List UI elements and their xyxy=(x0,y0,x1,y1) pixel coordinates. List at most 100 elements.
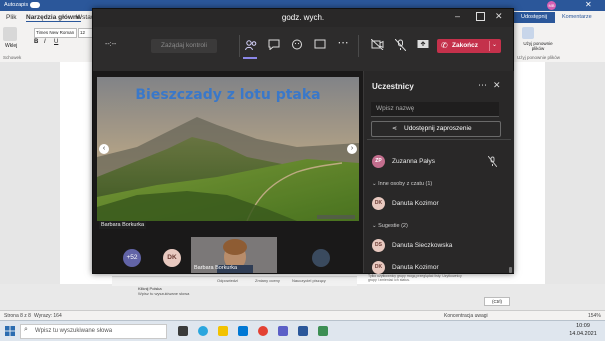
close-window-icon[interactable]: ✕ xyxy=(495,11,503,22)
share-tray-icon[interactable] xyxy=(313,39,327,53)
tab-home[interactable]: Narzędzia główne xyxy=(26,14,81,22)
more-options-icon[interactable]: ⋯ xyxy=(478,80,487,91)
participant-avatar: DS xyxy=(372,239,385,252)
toolbar-divider xyxy=(239,35,240,57)
underline-button[interactable]: U xyxy=(54,39,58,45)
doc-app-strip: Odpowiedzi Zmiany oceny Nauczyciel piszą… xyxy=(112,276,357,286)
word-icon[interactable] xyxy=(298,326,308,336)
autosave-label: Autozapis xyxy=(4,2,29,8)
teams-title-bar: godz. wych. – ✕ xyxy=(93,9,513,27)
focus-mode-button[interactable]: Koncentracja uwagi xyxy=(444,313,488,319)
slide-controls-bar[interactable] xyxy=(317,215,355,219)
app-item[interactable]: Odpowiedzi xyxy=(217,278,238,283)
clock-date[interactable]: 14.04.2021 xyxy=(563,331,603,337)
app-icon[interactable] xyxy=(318,326,328,336)
participant-tile-avatar[interactable]: DK xyxy=(163,249,181,267)
share-icon: ⋖ xyxy=(392,126,398,132)
request-control-button[interactable]: Zażądaj kontroli xyxy=(151,39,217,53)
participant-video-tile[interactable]: Barbara Borkurka xyxy=(191,237,277,273)
page-count[interactable]: Strona 8 z 8 xyxy=(4,313,31,319)
presentation-slide[interactable]: Bieszczady z lotu ptaka ‹ › xyxy=(97,77,359,221)
windows-taskbar: ⌕ Wpisz tu wyszukiwane słowa 10:09 14.04… xyxy=(0,320,605,341)
end-call-button[interactable]: ✆ Zakończ ⌄ xyxy=(437,39,501,53)
slide-title: Bieszczady z lotu ptaka xyxy=(135,87,321,103)
meeting-title: godz. wych. xyxy=(281,13,325,22)
end-call-label: Zakończ xyxy=(452,42,479,49)
doc-links: Kliknij Polska Wpisz tu wyszukiwane słow… xyxy=(112,286,357,296)
teams-meeting-window: godz. wych. – ✕ --:-- Zażądaj kontroli ⋯ xyxy=(92,8,514,274)
paste-icon[interactable] xyxy=(3,27,17,41)
bold-button[interactable]: B xyxy=(34,39,38,45)
participant-avatar-image[interactable] xyxy=(312,249,330,267)
participant-avatar: ZP xyxy=(372,155,385,168)
app-item[interactable]: Zmiany oceny xyxy=(255,278,280,283)
slide-prev-icon[interactable]: ‹ xyxy=(99,144,109,154)
participant-name: Danuta Kozimor xyxy=(392,200,439,207)
scrollbar-thumb[interactable] xyxy=(509,267,512,273)
tab-file[interactable]: Plik xyxy=(6,14,16,21)
share-screen-icon[interactable] xyxy=(416,39,430,53)
file-explorer-icon[interactable] xyxy=(218,326,228,336)
meeting-timer: --:-- xyxy=(105,41,117,48)
word-count[interactable]: Wyrazy: 164 xyxy=(34,313,62,319)
share-invite-button[interactable]: ⋖ Udostępnij zaproszenie xyxy=(371,121,501,137)
chat-icon[interactable] xyxy=(267,39,281,53)
chevron-down-icon[interactable]: ⌄ xyxy=(492,41,497,48)
maximize-icon[interactable] xyxy=(476,12,485,21)
camera-off-icon[interactable] xyxy=(370,38,384,53)
section-chat-header[interactable]: ⌄ Inne osoby z czatu (1) xyxy=(372,181,432,187)
app-item[interactable]: Nauczyciel piszący xyxy=(292,278,326,283)
more-options-icon[interactable]: ⋯ xyxy=(336,36,350,49)
mic-off-icon xyxy=(487,155,498,169)
chrome-icon[interactable] xyxy=(258,326,268,336)
windows-start-icon[interactable] xyxy=(5,326,15,336)
participant-avatar: DK xyxy=(372,197,385,210)
participant-row[interactable]: DK Danuta Kozimor xyxy=(372,261,507,277)
font-name-select[interactable]: Times New Roman xyxy=(34,28,77,38)
user-avatar[interactable]: MB xyxy=(547,1,556,10)
clock-time[interactable]: 10:09 xyxy=(563,323,603,329)
participant-row[interactable]: DS Danuta Sieczkowska xyxy=(372,239,507,255)
comments-button[interactable]: Komentarze xyxy=(562,14,592,20)
taskbar-search-placeholder: Wpisz tu wyszukiwane słowa xyxy=(35,328,113,334)
close-icon[interactable]: ✕ xyxy=(585,0,592,9)
phone-icon: ✆ xyxy=(441,41,448,50)
clipboard-group-label: Schowek xyxy=(3,55,22,60)
close-panel-icon[interactable]: ✕ xyxy=(493,80,501,91)
edge-icon[interactable] xyxy=(198,326,208,336)
more-participants-badge[interactable]: +52 xyxy=(123,249,141,267)
participant-search-input[interactable]: Wpisz nazwę xyxy=(371,102,499,117)
participant-name: Danuta Sieczkowska xyxy=(392,242,453,249)
participant-avatar: DK xyxy=(372,261,385,274)
share-invite-label: Udostępnij zaproszenie xyxy=(404,125,472,132)
paste-label: Wklej xyxy=(5,43,18,49)
zoom-level[interactable]: 154% xyxy=(588,313,601,319)
taskbar-search-box[interactable]: ⌕ Wpisz tu wyszukiwane słowa xyxy=(20,324,167,339)
teams-icon[interactable] xyxy=(278,326,288,336)
section-chat-label: Inne osoby z czatu (1) xyxy=(378,181,433,187)
task-view-icon[interactable] xyxy=(178,326,188,336)
participants-icon[interactable] xyxy=(244,40,258,53)
minimize-icon[interactable]: – xyxy=(455,11,460,21)
participant-name: Zuzanna Pałys xyxy=(392,158,435,165)
reuse-files-icon[interactable] xyxy=(522,27,534,39)
autosave-toggle[interactable] xyxy=(30,2,40,8)
section-suggested-label: Sugestie (2) xyxy=(378,223,408,229)
reuse-files-button[interactable]: Użyj ponownie plików xyxy=(518,41,558,51)
section-suggested-header[interactable]: ⌄ Sugestie (2) xyxy=(372,223,408,229)
mic-off-icon[interactable] xyxy=(393,38,407,54)
reactions-icon[interactable] xyxy=(290,39,304,53)
participants-header: Uczestnicy xyxy=(372,82,414,91)
slide-next-icon[interactable]: › xyxy=(347,144,357,154)
italic-button[interactable]: I xyxy=(44,39,46,45)
panel-divider xyxy=(367,139,511,140)
participants-active-indicator xyxy=(243,57,257,59)
participant-search-placeholder: Wpisz nazwę xyxy=(376,105,415,112)
paste-options-button[interactable]: (Ctrl) xyxy=(484,297,510,306)
doc-link[interactable]: Wpisz tu wyszukiwane słowa xyxy=(138,291,189,296)
share-button[interactable]: Udostępnij xyxy=(513,12,555,23)
store-icon[interactable] xyxy=(238,326,248,336)
participant-row[interactable]: ZP Zuzanna Pałys xyxy=(372,155,507,171)
participant-name: Danuta Kozimor xyxy=(392,264,439,271)
participant-row[interactable]: DK Danuta Kozimor xyxy=(372,197,507,213)
